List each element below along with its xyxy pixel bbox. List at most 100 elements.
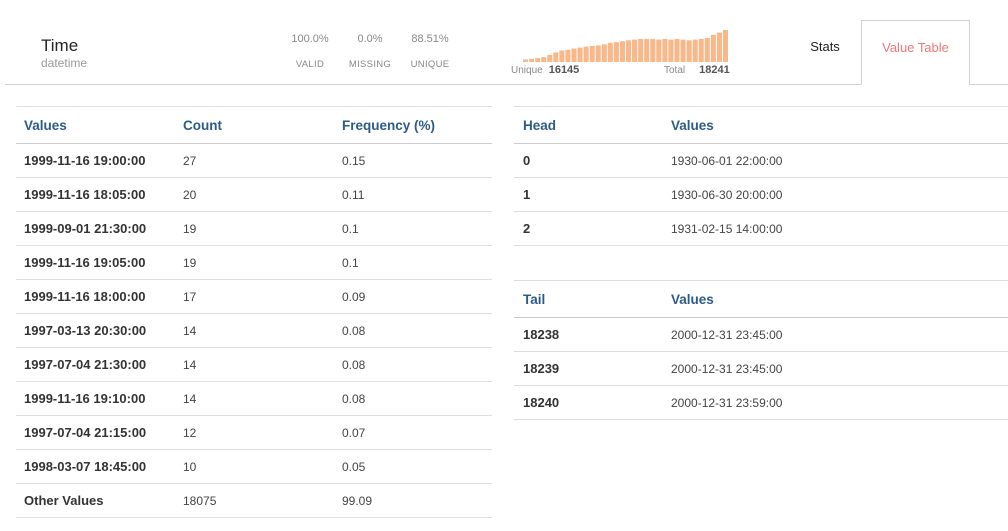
- mini-histogram: [523, 30, 728, 62]
- table-cell: Other Values: [16, 483, 176, 518]
- histogram-bar: [583, 46, 589, 62]
- table-cell: 1999-11-16 19:00:00: [16, 143, 176, 178]
- table-cell: 0.08: [335, 381, 492, 416]
- histogram-bar: [547, 54, 553, 62]
- histogram-bar: [632, 39, 638, 62]
- table-cell: 1998-03-07 18:45:00: [16, 449, 176, 484]
- histogram-bar: [698, 38, 704, 62]
- histogram-bar: [595, 45, 601, 62]
- table-cell: 1930-06-30 20:00:00: [664, 177, 1008, 212]
- header-tail-values: Values: [664, 280, 1008, 318]
- table-row: 2 1931-02-15 14:00:00: [514, 211, 1008, 246]
- table-cell: 1999-11-16 18:05:00: [16, 177, 176, 212]
- histogram-bar: [716, 32, 722, 62]
- table-cell: 12: [176, 415, 335, 450]
- tab-value-table[interactable]: Value Table: [861, 20, 970, 85]
- table-row: 1999-11-16 18:05:00 20 0.11: [16, 177, 492, 212]
- histogram-bar: [619, 41, 625, 62]
- histogram-bar: [577, 47, 583, 62]
- histogram-bar: [553, 52, 559, 62]
- table-cell: 14: [176, 381, 335, 416]
- table-row: 1999-11-16 19:00:00 27 0.15: [16, 143, 492, 178]
- stat-unique-label: UNIQUE: [410, 59, 450, 70]
- table-cell: 14: [176, 347, 335, 382]
- table-row: Other Values 18075 99.09: [16, 483, 492, 518]
- header-count[interactable]: Count: [176, 106, 335, 144]
- histogram-bar: [571, 48, 577, 62]
- header-divider: [5, 84, 861, 85]
- table-cell: 0.08: [335, 313, 492, 348]
- table-cell: 19: [176, 211, 335, 246]
- table-cell: 19: [176, 245, 335, 280]
- histogram-bar: [656, 39, 662, 62]
- histogram-bar: [704, 38, 710, 62]
- column-header: Time datetime 100.0% VALID 0.0% MISSING …: [0, 0, 1008, 86]
- table-row: 18239 2000-12-31 23:45:00: [514, 351, 1008, 386]
- histogram-bar: [638, 38, 644, 62]
- histogram-bar: [722, 30, 728, 62]
- table-cell: 0.05: [335, 449, 492, 484]
- table-cell: 20: [176, 177, 335, 212]
- table-row: 1999-11-16 19:05:00 19 0.1: [16, 245, 492, 280]
- stat-missing-value: 0.0%: [357, 33, 383, 45]
- histogram-bar: [686, 40, 692, 62]
- table-row: 1997-03-13 20:30:00 14 0.08: [16, 313, 492, 348]
- tab-stats[interactable]: Stats: [790, 20, 860, 85]
- unique-count-value: 16145: [548, 64, 580, 76]
- stat-valid: 100.0% VALID: [280, 33, 340, 70]
- table-cell: 10: [176, 449, 335, 484]
- head-table: Head Values 0 1930-06-01 22:00:00 1 1930-06…: [514, 106, 1008, 246]
- column-type: datetime: [41, 56, 88, 70]
- table-cell: 1997-07-04 21:30:00: [16, 347, 176, 382]
- table-cell: 18238: [514, 317, 664, 352]
- table-cell: 99.09: [335, 483, 492, 518]
- histogram-bar: [626, 40, 632, 62]
- table-cell: 1999-11-16 19:10:00: [16, 381, 176, 416]
- histogram-bar: [589, 46, 595, 62]
- header-frequency[interactable]: Frequency (%): [335, 106, 492, 144]
- header-values[interactable]: Values: [16, 106, 176, 144]
- header-head-values: Values: [664, 106, 1008, 144]
- histogram-bar: [668, 39, 674, 62]
- table-cell: 2000-12-31 23:45:00: [664, 317, 1008, 352]
- table-cell: 1999-11-16 18:00:00: [16, 279, 176, 314]
- histogram-bar: [541, 57, 547, 62]
- table-cell: 0: [514, 143, 664, 178]
- mini-histogram-svg: [523, 30, 728, 62]
- tail-table-header: Tail Values: [514, 280, 1008, 318]
- table-cell: 1931-02-15 14:00:00: [664, 211, 1008, 246]
- header-divider-right: [969, 84, 1008, 85]
- table-row: 1997-07-04 21:15:00 12 0.07: [16, 415, 492, 450]
- histogram-bar: [613, 42, 619, 62]
- histogram-bar: [644, 38, 650, 62]
- histogram-bar: [529, 58, 535, 62]
- frequency-table: Values Count Frequency (%) 1999-11-16 19…: [16, 106, 492, 518]
- table-row: 1998-03-07 18:45:00 10 0.05: [16, 449, 492, 484]
- histogram-bar: [523, 59, 529, 62]
- table-cell: 0.1: [335, 245, 492, 280]
- total-count-value: 18241: [699, 64, 730, 76]
- table-cell: 18075: [176, 483, 335, 518]
- table-row: 1999-11-16 18:00:00 17 0.09: [16, 279, 492, 314]
- stat-missing: 0.0% MISSING: [340, 33, 400, 70]
- stat-unique: 88.51% UNIQUE: [400, 33, 460, 70]
- histogram-bar: [565, 49, 571, 62]
- table-cell: 14: [176, 313, 335, 348]
- histogram-bar: [535, 58, 541, 62]
- histogram-bar: [650, 38, 656, 62]
- column-name: Time: [41, 36, 79, 55]
- table-cell: 0.08: [335, 347, 492, 382]
- table-cell: 2: [514, 211, 664, 246]
- table-cell: 0.09: [335, 279, 492, 314]
- histogram-bar: [559, 50, 565, 62]
- histogram-bar: [662, 38, 668, 62]
- table-cell: 0.07: [335, 415, 492, 450]
- histogram-bar: [680, 39, 686, 62]
- header-head: Head: [514, 106, 664, 144]
- table-row: 1 1930-06-30 20:00:00: [514, 177, 1008, 212]
- table-row: 1997-07-04 21:30:00 14 0.08: [16, 347, 492, 382]
- table-cell: 0.15: [335, 143, 492, 178]
- histogram-bar: [607, 42, 613, 62]
- table-cell: 0.1: [335, 211, 492, 246]
- tail-table: Tail Values 18238 2000-12-31 23:45:00 1823…: [514, 280, 1008, 420]
